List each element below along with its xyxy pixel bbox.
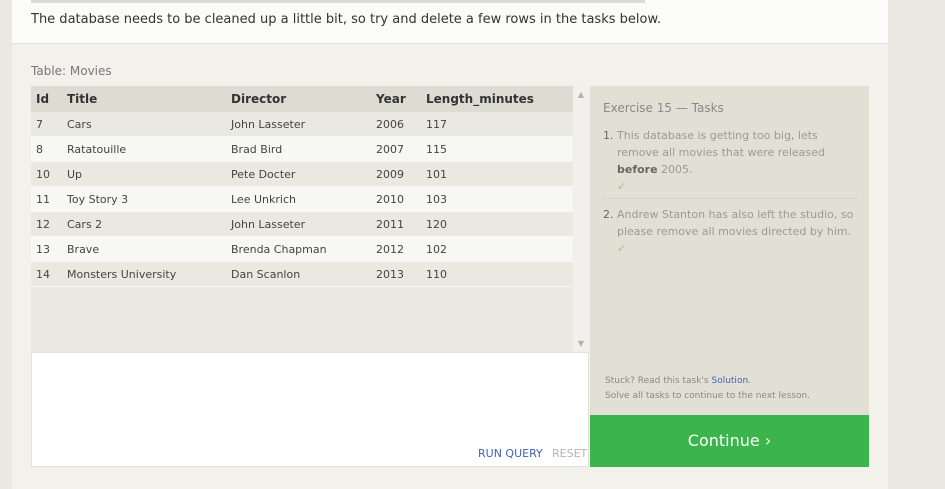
cell-director: Brenda Chapman (231, 236, 376, 262)
cell-id: 10 (31, 161, 67, 187)
stuck-suffix: . (748, 376, 752, 386)
reset-button[interactable]: RESET (552, 447, 587, 460)
column-header-director: Director (231, 86, 376, 112)
table-row: 13 Brave Brenda Chapman 2012 102 (31, 236, 573, 262)
checkmark-icon: ✓ (617, 180, 627, 193)
table-caption: Table: Movies (31, 64, 112, 78)
tasks-title: Exercise 15 — Tasks (603, 101, 724, 115)
task-number: 1. (603, 129, 614, 142)
cell-length: 120 (426, 211, 573, 237)
cell-title: Cars 2 (67, 211, 231, 237)
column-header-title: Title (67, 86, 231, 112)
cell-length: 103 (426, 186, 573, 212)
table-scrollbar[interactable]: ▲ ▼ (573, 86, 589, 352)
results-table: Id Title Director Year Length_minutes 7 … (31, 86, 573, 287)
table-row: 11 Toy Story 3 Lee Unkrich 2010 103 (31, 186, 573, 212)
cell-director: Dan Scanlon (231, 261, 376, 287)
stuck-line2: Solve all tasks to continue to the next … (605, 391, 811, 401)
cell-year: 2006 (376, 112, 426, 137)
continue-button[interactable]: Continue › (590, 415, 869, 467)
intro-text: The database needs to be cleaned up a li… (31, 12, 662, 27)
cell-length: 102 (426, 236, 573, 262)
cell-id: 8 (31, 136, 67, 162)
cell-director: Pete Docter (231, 161, 376, 187)
cell-director: John Lasseter (231, 112, 376, 137)
solution-link[interactable]: Solution (711, 376, 748, 386)
column-header-id: Id (31, 86, 67, 112)
cell-length: 117 (426, 112, 573, 137)
task-text: This database is getting too big, lets r… (617, 129, 825, 159)
task-list: 1. This database is getting too big, let… (603, 127, 858, 257)
cell-length: 115 (426, 136, 573, 162)
table-row: 8 Ratatouille Brad Bird 2007 115 (31, 136, 573, 162)
cell-director: Lee Unkrich (231, 186, 376, 212)
cell-year: 2010 (376, 186, 426, 212)
run-query-button[interactable]: RUN QUERY (478, 447, 543, 460)
cell-length: 101 (426, 161, 573, 187)
intro-panel: The database needs to be cleaned up a li… (12, 0, 888, 44)
query-editor[interactable]: RUN QUERY RESET (31, 352, 589, 467)
divider (31, 0, 645, 3)
cell-title: Brave (67, 236, 231, 262)
cell-year: 2012 (376, 236, 426, 262)
task-text: Andrew Stanton has also left the studio,… (617, 208, 854, 238)
cell-id: 7 (31, 112, 67, 137)
results-table-container: Id Title Director Year Length_minutes 7 … (31, 86, 589, 352)
task-item: 1. This database is getting too big, let… (603, 127, 858, 195)
table-row: 12 Cars 2 John Lasseter 2011 120 (31, 211, 573, 237)
lesson-page: The database needs to be cleaned up a li… (12, 0, 888, 489)
cell-title: Ratatouille (67, 136, 231, 162)
table-header-row: Id Title Director Year Length_minutes (31, 86, 573, 112)
cell-title: Up (67, 161, 231, 187)
cell-year: 2009 (376, 161, 426, 187)
table-row: 10 Up Pete Docter 2009 101 (31, 161, 573, 187)
cell-id: 12 (31, 211, 67, 237)
column-header-length: Length_minutes (426, 86, 573, 112)
stuck-help-text: Stuck? Read this task's Solution. Solve … (605, 374, 810, 404)
cell-id: 14 (31, 261, 67, 287)
cell-year: 2007 (376, 136, 426, 162)
table-row: 7 Cars John Lasseter 2006 117 (31, 112, 573, 137)
cell-id: 13 (31, 236, 67, 262)
cell-year: 2013 (376, 261, 426, 287)
cell-title: Monsters University (67, 261, 231, 287)
checkmark-icon: ✓ (617, 242, 627, 255)
column-header-year: Year (376, 86, 426, 112)
task-text-end: 2005. (657, 163, 693, 176)
table-row: 14 Monsters University Dan Scanlon 2013 … (31, 261, 573, 287)
stuck-prefix: Stuck? Read this task's (605, 376, 712, 386)
cell-title: Toy Story 3 (67, 186, 231, 212)
cell-year: 2011 (376, 211, 426, 237)
cell-length: 110 (426, 261, 573, 287)
scroll-down-arrow-icon[interactable]: ▼ (573, 339, 589, 348)
cell-title: Cars (67, 112, 231, 137)
tasks-panel: Exercise 15 — Tasks 1. This database is … (590, 86, 869, 415)
cell-director: John Lasseter (231, 211, 376, 237)
scroll-up-arrow-icon[interactable]: ▲ (573, 90, 589, 99)
task-item: 2. Andrew Stanton has also left the stud… (603, 198, 858, 257)
task-number: 2. (603, 208, 614, 221)
cell-director: Brad Bird (231, 136, 376, 162)
cell-id: 11 (31, 186, 67, 212)
task-text-bold: before (617, 163, 658, 176)
